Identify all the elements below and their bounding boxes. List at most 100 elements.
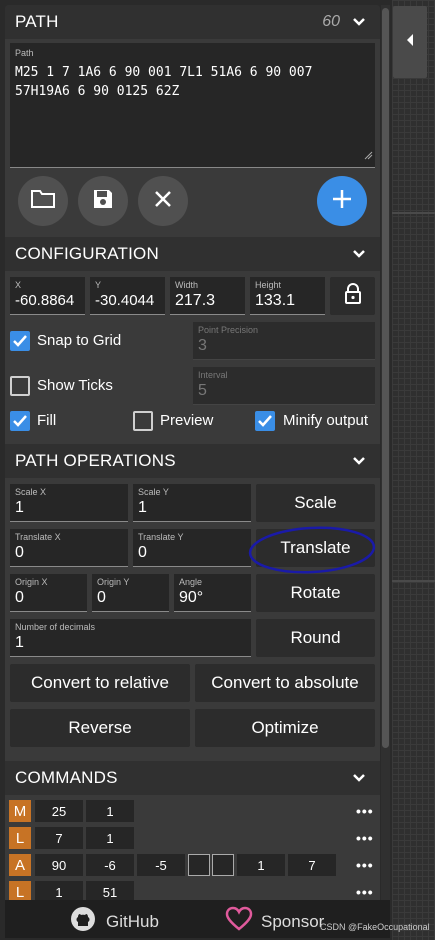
height-field[interactable]: Height 133.1 bbox=[250, 277, 325, 315]
translate-x-label: Translate X bbox=[15, 532, 61, 542]
footer: GitHub Sponsor bbox=[5, 900, 390, 938]
command-value[interactable]: 1 bbox=[86, 800, 134, 822]
reverse-button[interactable]: Reverse bbox=[10, 709, 190, 747]
point-precision-field: Point Precision 3 bbox=[193, 322, 375, 360]
chevron-down-icon[interactable] bbox=[352, 454, 366, 468]
chevron-down-icon[interactable] bbox=[352, 771, 366, 785]
round-button[interactable]: Round bbox=[256, 619, 375, 657]
github-icon bbox=[70, 906, 96, 937]
more-options-icon[interactable]: ••• bbox=[356, 830, 374, 846]
origin-y-label: Origin Y bbox=[97, 577, 130, 587]
show-ticks-checkbox[interactable] bbox=[10, 376, 30, 396]
command-value[interactable]: 7 bbox=[35, 827, 83, 849]
path-text-line: 57H19A6 6 90 0125 62Z bbox=[15, 84, 180, 99]
translate-x-field[interactable]: Translate X 0 bbox=[10, 529, 128, 567]
scale-x-field[interactable]: Scale X 1 bbox=[10, 484, 128, 522]
sponsor-link[interactable]: Sponsor bbox=[225, 906, 324, 937]
preview-label: Preview bbox=[160, 412, 214, 429]
minify-output-label: Minify output bbox=[283, 412, 369, 429]
large-arc-flag-checkbox[interactable] bbox=[188, 854, 210, 876]
save-button[interactable] bbox=[78, 176, 128, 226]
close-icon bbox=[153, 189, 173, 214]
save-icon bbox=[92, 188, 114, 215]
translate-x-value: 0 bbox=[15, 544, 24, 561]
snap-to-grid-checkbox[interactable] bbox=[10, 331, 30, 351]
github-link[interactable]: GitHub bbox=[70, 906, 159, 937]
snap-to-grid-label: Snap to Grid bbox=[37, 332, 122, 349]
convert-to-absolute-button[interactable]: Convert to absolute bbox=[195, 664, 375, 702]
rotate-button[interactable]: Rotate bbox=[256, 574, 375, 612]
command-value[interactable]: 1 bbox=[237, 854, 285, 876]
minify-output-checkbox[interactable] bbox=[255, 411, 275, 431]
chevron-down-icon[interactable] bbox=[352, 247, 366, 261]
chevron-left-icon bbox=[405, 33, 415, 52]
clear-button[interactable] bbox=[138, 176, 188, 226]
more-options-icon[interactable]: ••• bbox=[356, 884, 374, 900]
decimals-label: Number of decimals bbox=[15, 622, 96, 632]
section-title: CONFIGURATION bbox=[15, 244, 159, 263]
origin-x-field[interactable]: Origin X 0 bbox=[10, 574, 87, 612]
annotation-circle bbox=[248, 526, 376, 574]
scale-x-value: 1 bbox=[15, 499, 24, 516]
y-field[interactable]: Y -30.4044 bbox=[90, 277, 165, 315]
command-letter[interactable]: L bbox=[9, 827, 31, 849]
angle-field[interactable]: Angle 90° bbox=[174, 574, 251, 612]
scale-y-field[interactable]: Scale Y 1 bbox=[133, 484, 251, 522]
command-value[interactable]: -6 bbox=[86, 854, 134, 876]
origin-y-value: 0 bbox=[97, 589, 106, 606]
commands-section-header[interactable]: COMMANDS bbox=[5, 761, 380, 795]
command-value[interactable]: 90 bbox=[35, 854, 83, 876]
convert-to-relative-button[interactable]: Convert to relative bbox=[10, 664, 190, 702]
path-label: Path bbox=[15, 48, 34, 58]
add-path-button[interactable] bbox=[317, 176, 367, 226]
github-label: GitHub bbox=[106, 911, 159, 931]
resize-handle-icon[interactable] bbox=[364, 147, 373, 165]
scrollbar[interactable] bbox=[382, 8, 389, 748]
collapse-panel-button[interactable] bbox=[393, 6, 427, 78]
path-textarea[interactable]: Path M25 1 7 1A6 6 90 001 7L1 51A6 6 90 … bbox=[10, 43, 375, 168]
more-options-icon[interactable]: ••• bbox=[356, 803, 374, 819]
command-value[interactable]: 25 bbox=[35, 800, 83, 822]
translate-y-label: Translate Y bbox=[138, 532, 184, 542]
sidebar-panel: PATH 60 Path M25 1 7 1A6 6 90 001 7L1 51… bbox=[5, 5, 380, 935]
sponsor-label: Sponsor bbox=[261, 911, 325, 931]
lock-ratio-button[interactable] bbox=[330, 277, 375, 315]
sweep-flag-checkbox[interactable] bbox=[212, 854, 234, 876]
more-options-icon[interactable]: ••• bbox=[356, 857, 374, 873]
command-value[interactable]: 1 bbox=[86, 827, 134, 849]
fill-checkbox[interactable] bbox=[10, 411, 30, 431]
section-title: COMMANDS bbox=[15, 768, 118, 787]
interval-field: Interval 5 bbox=[193, 367, 375, 405]
path-operations-section-header[interactable]: PATH OPERATIONS bbox=[5, 444, 380, 478]
configuration-section-header[interactable]: CONFIGURATION bbox=[5, 237, 380, 271]
interval-label: Interval bbox=[198, 370, 228, 380]
optimize-button[interactable]: Optimize bbox=[195, 709, 375, 747]
command-value[interactable]: 7 bbox=[288, 854, 336, 876]
scale-button[interactable]: Scale bbox=[256, 484, 375, 522]
preview-checkbox[interactable] bbox=[133, 411, 153, 431]
width-field[interactable]: Width 217.3 bbox=[170, 277, 245, 315]
canvas-axis-line bbox=[392, 580, 435, 582]
open-file-button[interactable] bbox=[18, 176, 68, 226]
chevron-down-icon[interactable] bbox=[352, 15, 366, 29]
y-label: Y bbox=[95, 280, 102, 290]
translate-y-field[interactable]: Translate Y 0 bbox=[133, 529, 251, 567]
origin-y-field[interactable]: Origin Y 0 bbox=[92, 574, 169, 612]
decimals-value: 1 bbox=[15, 634, 24, 651]
path-text-line: M25 1 7 1A6 6 90 001 7L1 51A6 6 90 007 bbox=[15, 65, 313, 80]
checkmark-icon bbox=[10, 415, 30, 435]
translate-y-value: 0 bbox=[138, 544, 147, 561]
section-title: PATH OPERATIONS bbox=[15, 451, 176, 470]
path-section-header[interactable]: PATH 60 bbox=[5, 5, 380, 39]
command-letter[interactable]: A bbox=[9, 854, 31, 876]
watermark: CSDN @FakeOccupational bbox=[320, 922, 430, 932]
number-of-decimals-field[interactable]: Number of decimals 1 bbox=[10, 619, 251, 657]
y-value: -30.4044 bbox=[95, 292, 155, 309]
height-label: Height bbox=[255, 280, 282, 290]
canvas-grid[interactable] bbox=[392, 0, 435, 940]
x-field[interactable]: X -60.8864 bbox=[10, 277, 85, 315]
command-value[interactable]: -5 bbox=[137, 854, 185, 876]
origin-x-label: Origin X bbox=[15, 577, 48, 587]
folder-icon bbox=[30, 188, 56, 215]
command-letter[interactable]: M bbox=[9, 800, 31, 822]
